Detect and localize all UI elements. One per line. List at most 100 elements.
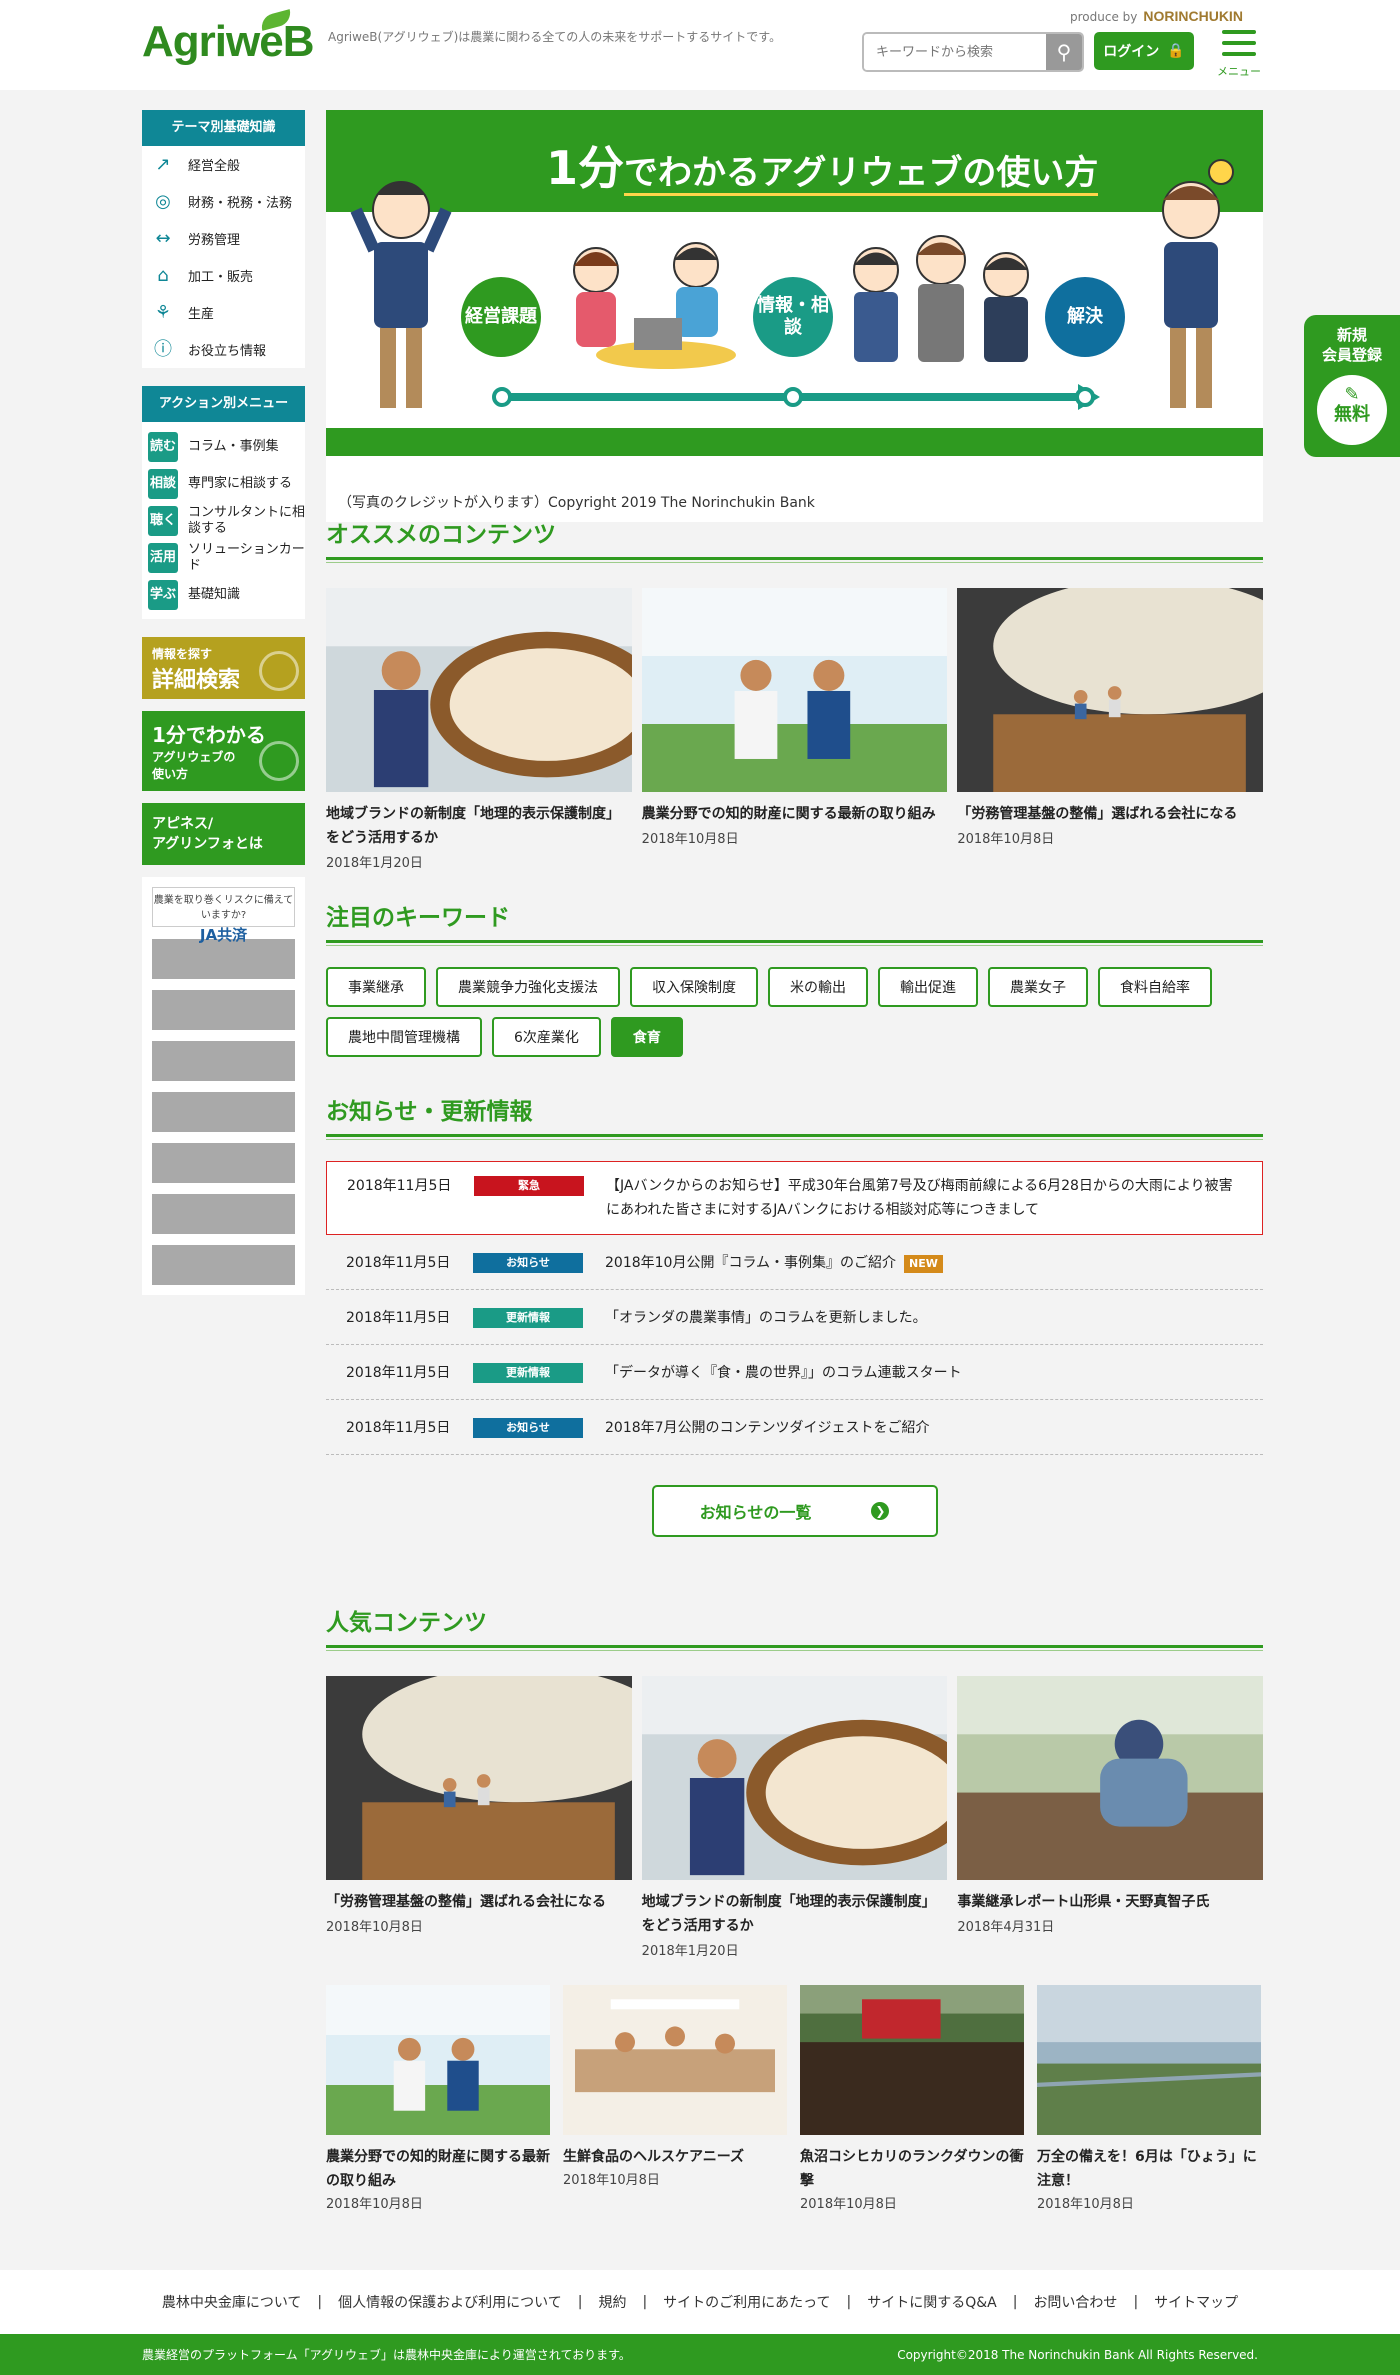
thumbnail-image <box>1037 1985 1261 2135</box>
detail-search-banner[interactable]: 情報を探す 詳細検索 <box>142 637 305 699</box>
news-row[interactable]: 2018年11月5日 更新情報 「オランダの農業事情」のコラムを更新しました。 <box>326 1290 1263 1345</box>
footer-link[interactable]: 規約 <box>598 2292 626 2312</box>
keywords-title: 注目のキーワード <box>326 898 1263 946</box>
banner-placeholder[interactable] <box>152 990 295 1030</box>
pencil-icon: ✎ <box>1344 384 1360 405</box>
theme-item-label: お役立ち情報 <box>188 344 267 359</box>
theme-item[interactable]: ⌂ 加工・販売 <box>142 257 305 294</box>
popular-card-small[interactable]: 生鮮食品のヘルスケアニーズ 2018年10月8日 <box>563 1985 787 2212</box>
search-input[interactable] <box>864 34 1046 70</box>
theme-item[interactable]: ↔ 労務管理 <box>142 220 305 257</box>
action-item-label: 専門家に相談する <box>188 475 293 491</box>
popular-card[interactable]: 地域ブランドの新制度「地理的表示保護制度」をどう活用するか 2018年1月20日 <box>641 1676 948 1959</box>
keyword-tag[interactable]: 輸出促進 <box>878 967 978 1007</box>
footer-link[interactable]: サイトマップ <box>1154 2292 1238 2312</box>
footer-link[interactable]: サイトに関するQ&A <box>867 2292 997 2312</box>
search-button[interactable]: ⚲ <box>1046 34 1082 70</box>
menu-button[interactable]: メニュー <box>1212 30 1266 79</box>
step-info-consult: 情報・相談 <box>753 277 833 357</box>
news-label: 更新情報 <box>473 1363 583 1383</box>
popular-card-small[interactable]: 魚沼コシヒカリのランクダウンの衝撃 2018年10月8日 <box>800 1985 1024 2212</box>
news-list-button[interactable]: お知らせの一覧 ❯ <box>651 1485 938 1537</box>
action-item[interactable]: 聴く コンサルタントに相談する <box>142 502 305 539</box>
action-item[interactable]: 相談 専門家に相談する <box>142 465 305 502</box>
money-bag-icon: ◎ <box>155 190 171 212</box>
thumbnail-image <box>641 1676 948 1880</box>
site-tagline: AgriweB(アグリウェブ)は農業に関わる全ての人の未来をサポートするサイトで… <box>328 30 782 44</box>
keyword-tag[interactable]: 農業女子 <box>988 967 1088 1007</box>
about-banner[interactable]: アピネス/ アグリンフォとは <box>142 803 305 865</box>
keyword-tag[interactable]: 農地中間管理機構 <box>326 1017 482 1057</box>
popular-card-small[interactable]: 農業分野での知的財産に関する最新の取り組み 2018年10月8日 <box>326 1985 550 2212</box>
card-title: 農業分野での知的財産に関する最新の取り組み <box>641 806 936 822</box>
banner-placeholder[interactable] <box>152 1092 295 1132</box>
footer-link[interactable]: 個人情報の保護および利用について <box>338 2292 562 2312</box>
keyword-tag[interactable]: 事業継承 <box>326 967 426 1007</box>
recommended-card[interactable]: 農業分野での知的財産に関する最新の取り組み 2018年10月8日 <box>641 588 948 871</box>
keyword-tag[interactable]: 米の輸出 <box>768 967 868 1007</box>
cart-icon: ⌂ <box>157 264 169 286</box>
main-content: 1分でわかるアグリウェブの使い方 経営課題 情報・相談 解決 （写真のクレジット… <box>326 110 1263 522</box>
hero-banner[interactable]: 1分でわかるアグリウェブの使い方 経営課題 情報・相談 解決 （写真のクレジット… <box>326 110 1263 522</box>
footer-separator: | <box>846 2294 852 2310</box>
keyword-tag[interactable]: 6次産業化 <box>492 1017 601 1057</box>
action-tag: 読む <box>148 431 178 462</box>
sidebar: テーマ別基礎知識 ↗ 経営全般 ◎ 財務・税務・法務 ↔ 労務管理 ⌂ 加工・販売 ⚘ 生産 ⓘ お役… <box>142 110 305 1295</box>
news-row[interactable]: 2018年11月5日 お知らせ 2018年10月公開『コラム・事例集』のご紹介 NEW <box>326 1235 1263 1290</box>
footer-link[interactable]: サイトのご利用にあたって <box>663 2292 830 2312</box>
footer-separator: | <box>642 2294 648 2310</box>
news-text-body: 【JAバンクからのお知らせ】平成30年台風第7号及び梅雨前線による6月28日から… <box>606 1178 1233 1218</box>
keyword-tag[interactable]: 食育 <box>610 1017 683 1057</box>
keywords-section: 注目のキーワード 事業継承 農業競争力強化支援法 収入保険制度 米の輸出 輸出促進 農業女… <box>326 898 1263 1057</box>
consultants-illustration <box>853 235 1029 362</box>
action-tag: 活用 <box>148 542 178 573</box>
banner-placeholder[interactable] <box>152 1245 295 1285</box>
footer-link[interactable]: 農林中央金庫について <box>162 2292 302 2312</box>
keyword-tag[interactable]: 収入保険制度 <box>630 967 758 1007</box>
footer-separator: | <box>1012 2294 1018 2310</box>
action-item[interactable]: 学ぶ 基礎知識 <box>142 576 305 613</box>
register-tab[interactable]: 新規 会員登録 ✎ 無料 <box>1304 315 1400 457</box>
recommended-card[interactable]: 「労務管理基盤の整備」選ばれる会社になる 2018年10月8日 <box>957 588 1264 871</box>
thumbnail-image <box>326 1985 550 2135</box>
news-row[interactable]: 2018年11月5日 更新情報 「データが導く『食・農の世界』」のコラム連載スタート <box>326 1345 1263 1400</box>
card-date: 2018年1月20日 <box>641 1944 739 1959</box>
login-button[interactable]: ログイン 🔒 <box>1094 32 1194 70</box>
banner-placeholder[interactable] <box>152 1041 295 1081</box>
theme-item[interactable]: ⚘ 生産 <box>142 294 305 331</box>
card-date: 2018年10月8日 <box>563 2173 660 2188</box>
card-date: 2018年4月31日 <box>957 1920 1055 1935</box>
banner-placeholder[interactable] <box>152 1194 295 1234</box>
card-title: 地域ブランドの新制度「地理的表示保護制度」をどう活用するか <box>326 806 620 846</box>
register-free-badge: ✎ 無料 <box>1317 375 1387 445</box>
news-row[interactable]: 2018年11月5日 緊急 【JAバンクからのお知らせ】平成30年台風第7号及び梅雨… <box>326 1161 1263 1235</box>
action-item[interactable]: 読む コラム・事例集 <box>142 428 305 465</box>
news-row[interactable]: 2018年11月5日 お知らせ 2018年7月公開のコンテンツダイジェストをご紹介 <box>326 1400 1263 1455</box>
ja-kyosai-banner[interactable]: 農業を取り巻くリスクに備えていますか? JA共済 <box>152 887 295 944</box>
popular-card[interactable]: 事業継承レポート山形県・天野真智子氏 2018年4月31日 <box>957 1676 1264 1959</box>
recommended-card[interactable]: 地域ブランドの新制度「地理的表示保護制度」をどう活用するか 2018年1月20日 <box>326 588 632 871</box>
recommended-section: オススメのコンテンツ 地域ブランドの新制度「地理的表示保護制度」をどう活用するか… <box>326 515 1264 871</box>
footer-link[interactable]: お問い合わせ <box>1033 2292 1117 2312</box>
banner-placeholder[interactable] <box>152 939 295 979</box>
theme-item[interactable]: ⓘ お役立ち情報 <box>142 331 305 368</box>
keyword-tag[interactable]: 食料自給率 <box>1098 967 1212 1007</box>
popular-card-small[interactable]: 万全の備えを！6月は「ひょう」に注意！ 2018年10月8日 <box>1037 1985 1261 2212</box>
keyword-tag[interactable]: 農業競争力強化支援法 <box>436 967 620 1007</box>
theme-item-label: 経営全般 <box>188 159 241 174</box>
action-item-label: コラム・事例集 <box>188 438 279 454</box>
banner-placeholder[interactable] <box>152 1143 295 1183</box>
thumbnail-image <box>326 588 632 792</box>
sprout-icon: ⚘ <box>154 301 172 323</box>
theme-menu: テーマ別基礎知識 ↗ 経営全般 ◎ 財務・税務・法務 ↔ 労務管理 ⌂ 加工・販売 ⚘ 生産 ⓘ お役… <box>142 110 305 368</box>
site-logo[interactable]: AgriweB <box>142 9 314 67</box>
action-item[interactable]: 活用 ソリューションカード <box>142 539 305 576</box>
guide-banner[interactable]: 1分でわかる アグリウェブの 使い方 <box>142 711 305 791</box>
theme-item[interactable]: ◎ 財務・税務・法務 <box>142 183 305 220</box>
thumbnail-image <box>563 1985 787 2135</box>
thumbnail-image <box>800 1985 1024 2135</box>
thumbnail-image <box>326 1676 632 1880</box>
theme-item[interactable]: ↗ 経営全般 <box>142 146 305 183</box>
popular-card[interactable]: 「労務管理基盤の整備」選ばれる会社になる 2018年10月8日 <box>326 1676 632 1959</box>
thumbnail-image <box>957 1676 1264 1880</box>
